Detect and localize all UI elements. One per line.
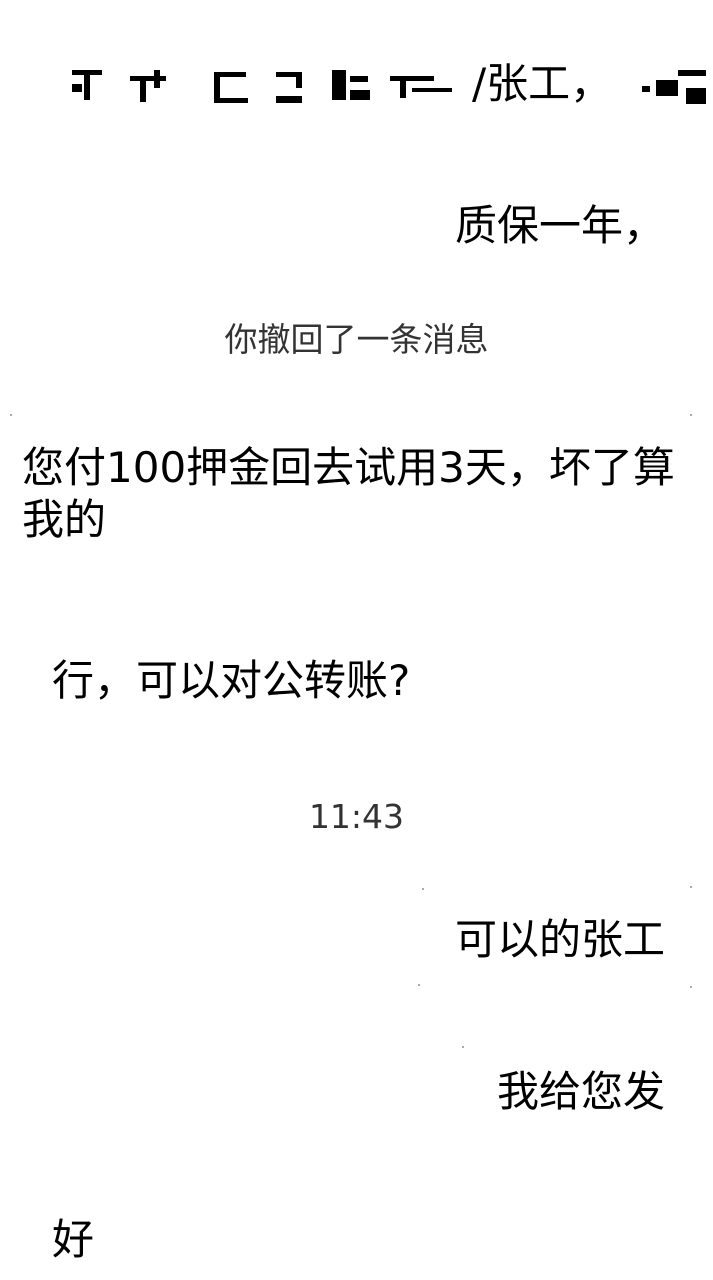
chat-message-outgoing: 质保一年， xyxy=(454,201,665,250)
chat-message-outgoing: 可以的张工 xyxy=(454,915,665,964)
redacted-text-block xyxy=(68,62,114,106)
redacted-text-block xyxy=(642,62,712,106)
system-notice-recalled: 你撤回了一条消息 xyxy=(224,320,489,359)
redacted-text-block xyxy=(270,62,316,106)
contact-name-suffix: /张工， xyxy=(472,59,613,108)
chat-message-incoming: 您付100押金回去试用3天，坏了算我的 xyxy=(22,443,675,544)
chat-timestamp: 11:43 xyxy=(308,797,405,836)
redacted-text-block xyxy=(390,62,452,106)
chat-message-outgoing: 我给您发 xyxy=(496,1067,665,1116)
redacted-text-block xyxy=(128,62,174,106)
redacted-text-block xyxy=(330,62,376,106)
obscured-header-line: /张工， xyxy=(68,58,713,110)
chat-message-incoming: 好 xyxy=(52,1215,95,1264)
redacted-text-block xyxy=(210,62,256,106)
chat-message-incoming: 行，可以对公转账? xyxy=(52,656,411,705)
